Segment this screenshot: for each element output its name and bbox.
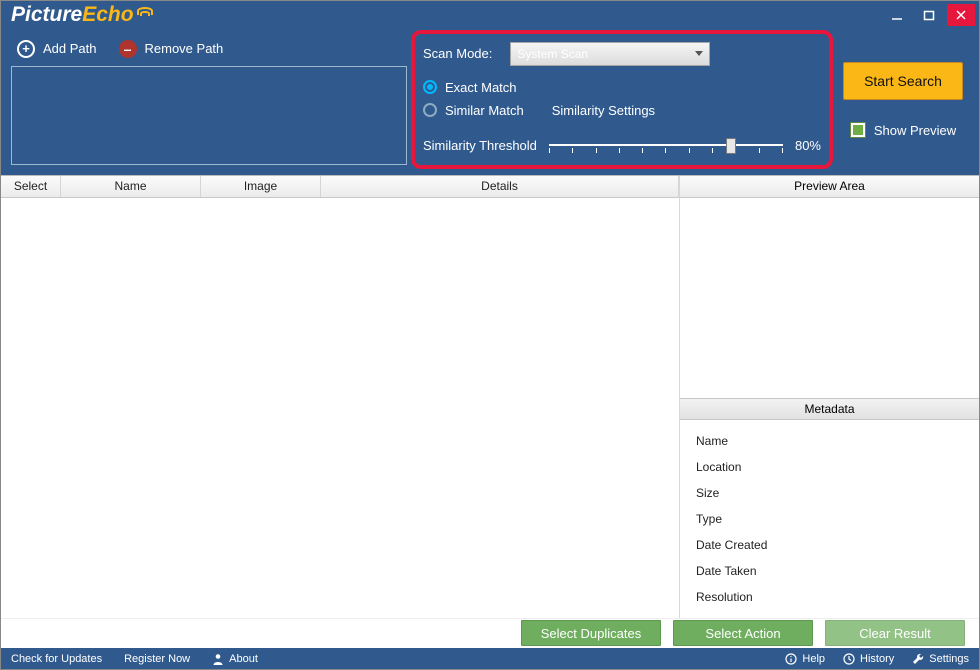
wifi-icon: [136, 7, 154, 21]
settings-link[interactable]: Settings: [912, 653, 969, 665]
logo-text-2: Echo: [82, 3, 133, 26]
scan-options-panel: Scan Mode: System Scan Exact Match Simil…: [417, 36, 827, 165]
remove-path-label: Remove Path: [145, 41, 224, 56]
col-select[interactable]: Select: [1, 176, 61, 197]
exact-match-label: Exact Match: [445, 80, 517, 95]
chevron-down-icon: [695, 51, 703, 56]
threshold-slider[interactable]: [549, 136, 783, 156]
content-area: Select Name Image Details Preview Area M…: [1, 175, 979, 618]
path-panel: + Add Path – Remove Path: [11, 36, 407, 165]
select-duplicates-button[interactable]: Select Duplicates: [521, 620, 661, 646]
metadata-list: Name Location Size Type Date Created Dat…: [680, 420, 979, 618]
add-path-button[interactable]: + Add Path: [17, 40, 97, 58]
close-button[interactable]: [947, 4, 975, 26]
results-area: Select Name Image Details: [1, 176, 679, 618]
titlebar: PictureEcho: [1, 1, 979, 30]
start-search-button[interactable]: Start Search: [843, 62, 963, 100]
select-action-button[interactable]: Select Action: [673, 620, 813, 646]
similarity-settings-link[interactable]: Similarity Settings: [552, 103, 655, 118]
add-path-label: Add Path: [43, 41, 97, 56]
scan-mode-label: Scan Mode:: [423, 46, 492, 61]
logo-text-1: Picture: [11, 3, 82, 26]
action-bar: Select Duplicates Select Action Clear Re…: [1, 618, 979, 648]
slider-thumb[interactable]: [726, 138, 736, 154]
meta-resolution: Resolution: [696, 590, 963, 604]
exact-match-radio[interactable]: [423, 80, 437, 94]
similar-match-radio[interactable]: [423, 103, 437, 117]
preview-box: [680, 198, 979, 398]
about-link[interactable]: About: [212, 653, 258, 665]
col-name[interactable]: Name: [61, 176, 201, 197]
threshold-value: 80%: [795, 138, 821, 153]
preview-metadata-area: Preview Area Metadata Name Location Size…: [679, 176, 979, 618]
minus-icon: –: [119, 40, 137, 58]
info-icon: [785, 653, 797, 665]
right-action-panel: Start Search Show Preview: [837, 36, 969, 165]
results-list: [1, 198, 679, 618]
col-image[interactable]: Image: [201, 176, 321, 197]
threshold-label: Similarity Threshold: [423, 138, 537, 153]
check-updates-link[interactable]: Check for Updates: [11, 653, 102, 665]
help-link[interactable]: Help: [785, 653, 825, 665]
remove-path-button[interactable]: – Remove Path: [119, 40, 224, 58]
col-details[interactable]: Details: [321, 176, 679, 197]
app-logo: PictureEcho: [11, 3, 154, 27]
history-icon: [843, 653, 855, 665]
meta-type: Type: [696, 512, 963, 526]
register-link[interactable]: Register Now: [124, 653, 190, 665]
top-panel: + Add Path – Remove Path Scan Mode: Syst…: [1, 30, 979, 175]
meta-size: Size: [696, 486, 963, 500]
wrench-icon: [912, 653, 924, 665]
show-preview-toggle[interactable]: Show Preview: [850, 122, 956, 138]
meta-name: Name: [696, 434, 963, 448]
maximize-button[interactable]: [915, 4, 943, 26]
plus-icon: +: [17, 40, 35, 58]
clear-result-button[interactable]: Clear Result: [825, 620, 965, 646]
meta-date-created: Date Created: [696, 538, 963, 552]
scan-mode-select[interactable]: System Scan: [510, 42, 710, 66]
show-preview-label: Show Preview: [874, 123, 956, 138]
history-link[interactable]: History: [843, 653, 894, 665]
meta-date-taken: Date Taken: [696, 564, 963, 578]
path-list[interactable]: [11, 66, 407, 165]
status-bar: Check for Updates Register Now About Hel…: [1, 648, 979, 669]
scan-mode-value: System Scan: [517, 47, 588, 61]
checkbox-icon: [850, 122, 866, 138]
similar-match-label: Similar Match: [445, 103, 524, 118]
results-column-headers: Select Name Image Details: [1, 176, 679, 198]
preview-area-header: Preview Area: [680, 176, 979, 198]
person-icon: [212, 653, 224, 665]
minimize-button[interactable]: [883, 4, 911, 26]
meta-location: Location: [696, 460, 963, 474]
metadata-header: Metadata: [680, 398, 979, 420]
